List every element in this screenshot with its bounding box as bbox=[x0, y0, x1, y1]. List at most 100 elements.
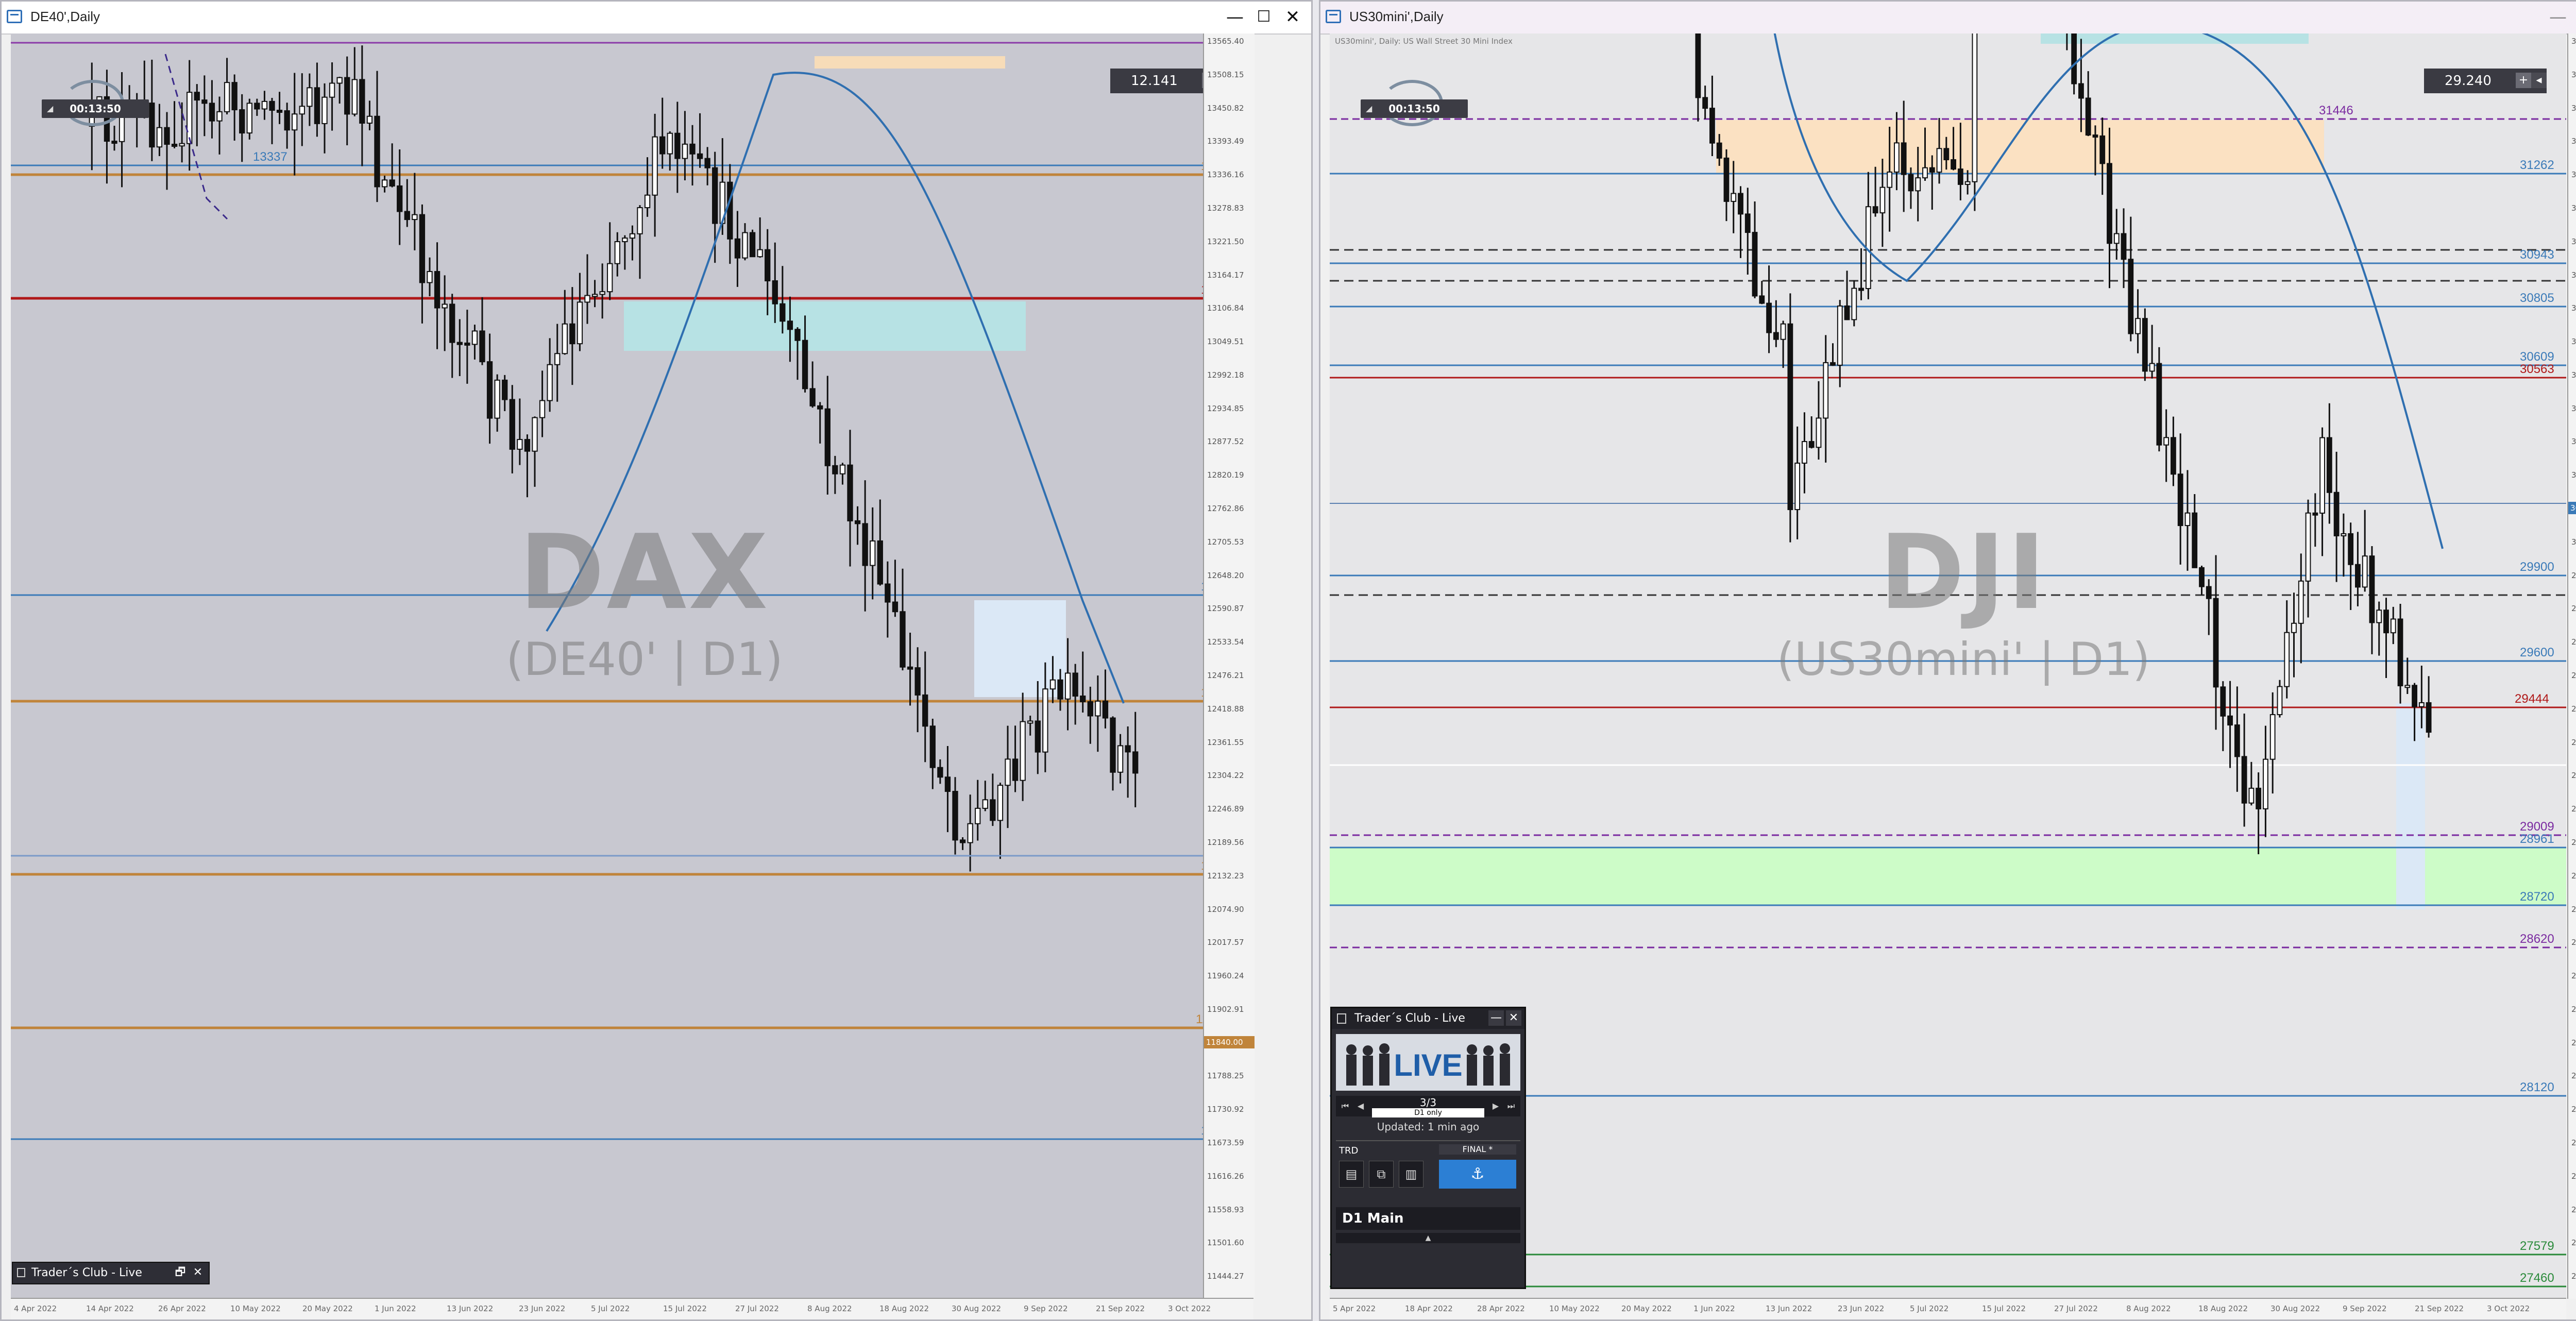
price-tick-label: 11501.60 bbox=[1207, 1238, 1244, 1248]
candle-body bbox=[824, 408, 831, 466]
dji-time-axis[interactable]: 5 Apr 2022 18 Apr 2022 28 Apr 2022 10 May 2… bbox=[1330, 1298, 2566, 1319]
document-icon[interactable]: ▤ bbox=[1339, 1161, 1364, 1188]
candle-body bbox=[1035, 720, 1041, 753]
price-tick-label: 13278.83 bbox=[1207, 203, 1244, 213]
signal-navigator[interactable]: ⏮ ◀ 3/3 D1 only ▶ ⏭ bbox=[1336, 1096, 1520, 1117]
candle-body bbox=[802, 340, 808, 389]
plus-icon[interactable]: + bbox=[2516, 73, 2531, 88]
trader-club-header[interactable]: Trader´s Club - Live — ✕ bbox=[1332, 1008, 1524, 1029]
level-label: 27460 bbox=[2520, 1271, 2554, 1285]
candle-body bbox=[1125, 745, 1131, 753]
candle-body bbox=[1808, 441, 1815, 448]
candle-body bbox=[1080, 696, 1086, 702]
candle-body bbox=[644, 194, 651, 209]
candle-body bbox=[900, 611, 906, 668]
candle-body bbox=[314, 87, 320, 124]
price-tick-label: 31496.35 bbox=[2571, 103, 2576, 113]
price-tick-label: 13049.51 bbox=[1207, 337, 1244, 347]
candle-body bbox=[389, 179, 395, 187]
candle-body bbox=[1879, 187, 1886, 214]
restore-button[interactable]: 🗗 bbox=[173, 1265, 188, 1280]
dax-chart-area[interactable]: 00:13:50 12.141 + ◂ DAX (DE40' | D1) 133… bbox=[11, 33, 1253, 1299]
dji-window-title: US30mini',Daily bbox=[1349, 9, 1444, 24]
candle-body bbox=[2192, 512, 2198, 568]
dji-titlebar[interactable]: US30mini',Daily — ☐ ✕ bbox=[1320, 2, 2576, 35]
candle-body bbox=[276, 109, 283, 113]
candle-body bbox=[2135, 318, 2141, 334]
candle-body bbox=[2248, 787, 2255, 804]
level-label: 28620 bbox=[2520, 932, 2554, 946]
candle-body bbox=[629, 233, 636, 239]
candle-body bbox=[990, 799, 996, 821]
time-tick-label: 13 Jun 2022 bbox=[1766, 1304, 1812, 1313]
candle-body bbox=[1057, 679, 1063, 700]
collapse-arrow-icon[interactable]: ▲ bbox=[1336, 1233, 1520, 1243]
dax-time-axis[interactable]: 4 Apr 2022 14 Apr 2022 26 Apr 2022 10 May 2… bbox=[11, 1298, 1253, 1319]
candle-body bbox=[2206, 586, 2212, 599]
price-tick-label: 12705.53 bbox=[1207, 537, 1244, 547]
level-label: 28120 bbox=[2520, 1080, 2554, 1094]
candle-body bbox=[1117, 745, 1124, 773]
candle-body bbox=[1837, 305, 1843, 366]
price-tick-label: 29699.91 bbox=[2571, 637, 2576, 647]
maximize-button[interactable]: ☐ bbox=[2570, 5, 2576, 29]
candle-body bbox=[299, 106, 305, 115]
dax-trader-club-bar[interactable]: Trader´s Club - Live 🗗 ✕ bbox=[12, 1262, 210, 1284]
price-tick-label: 11960.24 bbox=[1207, 971, 1244, 981]
close-button[interactable]: ✕ bbox=[190, 1265, 206, 1280]
anchor-button[interactable]: ⚓ bbox=[1439, 1160, 1516, 1189]
price-tick-label: 30036.78 bbox=[2571, 537, 2576, 547]
candle-body bbox=[239, 109, 245, 134]
candle-body bbox=[1095, 700, 1101, 717]
price-tick-label: 11444.27 bbox=[1207, 1272, 1244, 1281]
price-tick-label: 12246.89 bbox=[1207, 804, 1244, 814]
trader-club-panel[interactable]: Trader´s Club - Live — ✕ LIVE ⏮ ◀ 3/3 D1… bbox=[1330, 1007, 1526, 1289]
dax-titlebar[interactable]: DE40',Daily — ☐ ✕ bbox=[2, 2, 1311, 35]
price-tick-label: 28913.88 bbox=[2571, 871, 2576, 880]
price-tick-label: 29587.62 bbox=[2571, 671, 2576, 680]
minimize-button[interactable]: — bbox=[1218, 5, 1251, 29]
last-icon[interactable]: ⏭ bbox=[1504, 1099, 1518, 1113]
minimize-button[interactable]: — bbox=[2541, 5, 2574, 29]
dax-value: 12.141 bbox=[1131, 73, 1178, 89]
candle-body bbox=[187, 92, 193, 144]
price-tick-label: 28577.01 bbox=[2571, 971, 2576, 981]
windows-icon[interactable]: ⧉ bbox=[1369, 1161, 1394, 1188]
trash-icon[interactable]: ▥ bbox=[1399, 1161, 1423, 1188]
candle-body bbox=[944, 776, 951, 792]
dax-price-axis[interactable]: 13565.40 13508.15 13450.82 13393.49 13336.16… bbox=[1203, 33, 1255, 1299]
candle-body bbox=[599, 291, 605, 295]
price-tick-label: 13221.50 bbox=[1207, 236, 1244, 246]
candle-body bbox=[1901, 142, 1907, 175]
dax-chart-window[interactable]: DE40',Daily — ☐ ✕ 00:13:50 12.141 + ◂ DA… bbox=[0, 0, 1313, 1321]
level-label: 13337 bbox=[253, 150, 287, 164]
maximize-button[interactable]: ☐ bbox=[1247, 5, 1280, 29]
dax-chart-canvas bbox=[11, 42, 1253, 1140]
candle-body bbox=[704, 158, 710, 168]
candle-body bbox=[404, 211, 410, 221]
candle-body bbox=[427, 271, 433, 283]
candle-body bbox=[1731, 193, 1737, 202]
dji-price-axis[interactable]: 31721.33 31608.84 31496.35 31384.00 31271.97… bbox=[2567, 33, 2576, 1299]
candle-body bbox=[524, 439, 531, 452]
next-icon[interactable]: ▶ bbox=[1488, 1099, 1503, 1113]
candle-body bbox=[2227, 715, 2233, 726]
minimize-button[interactable]: — bbox=[1488, 1010, 1504, 1026]
arrow-left-icon[interactable]: ◂ bbox=[2531, 73, 2547, 88]
candle-body bbox=[2277, 686, 2283, 716]
candle-body bbox=[727, 181, 733, 240]
price-tick-label: 11788.25 bbox=[1207, 1071, 1244, 1081]
candle-body bbox=[607, 263, 613, 293]
signal-filter[interactable]: D1 only bbox=[1372, 1108, 1484, 1117]
candle-body bbox=[1072, 672, 1078, 697]
candle-body bbox=[2234, 724, 2240, 757]
dji-value-box[interactable]: 29.240 + ◂ bbox=[2424, 69, 2547, 93]
time-tick-label: 10 May 2022 bbox=[1549, 1304, 1600, 1313]
candle-body bbox=[2412, 685, 2417, 707]
close-button[interactable]: ✕ bbox=[1506, 1010, 1521, 1026]
final-toggle[interactable]: FINAL * bbox=[1439, 1144, 1516, 1155]
level-label: 31262 bbox=[2520, 158, 2554, 172]
close-button[interactable]: ✕ bbox=[1276, 5, 1309, 29]
candle-body bbox=[1773, 332, 1779, 340]
candle-body bbox=[2171, 437, 2176, 475]
